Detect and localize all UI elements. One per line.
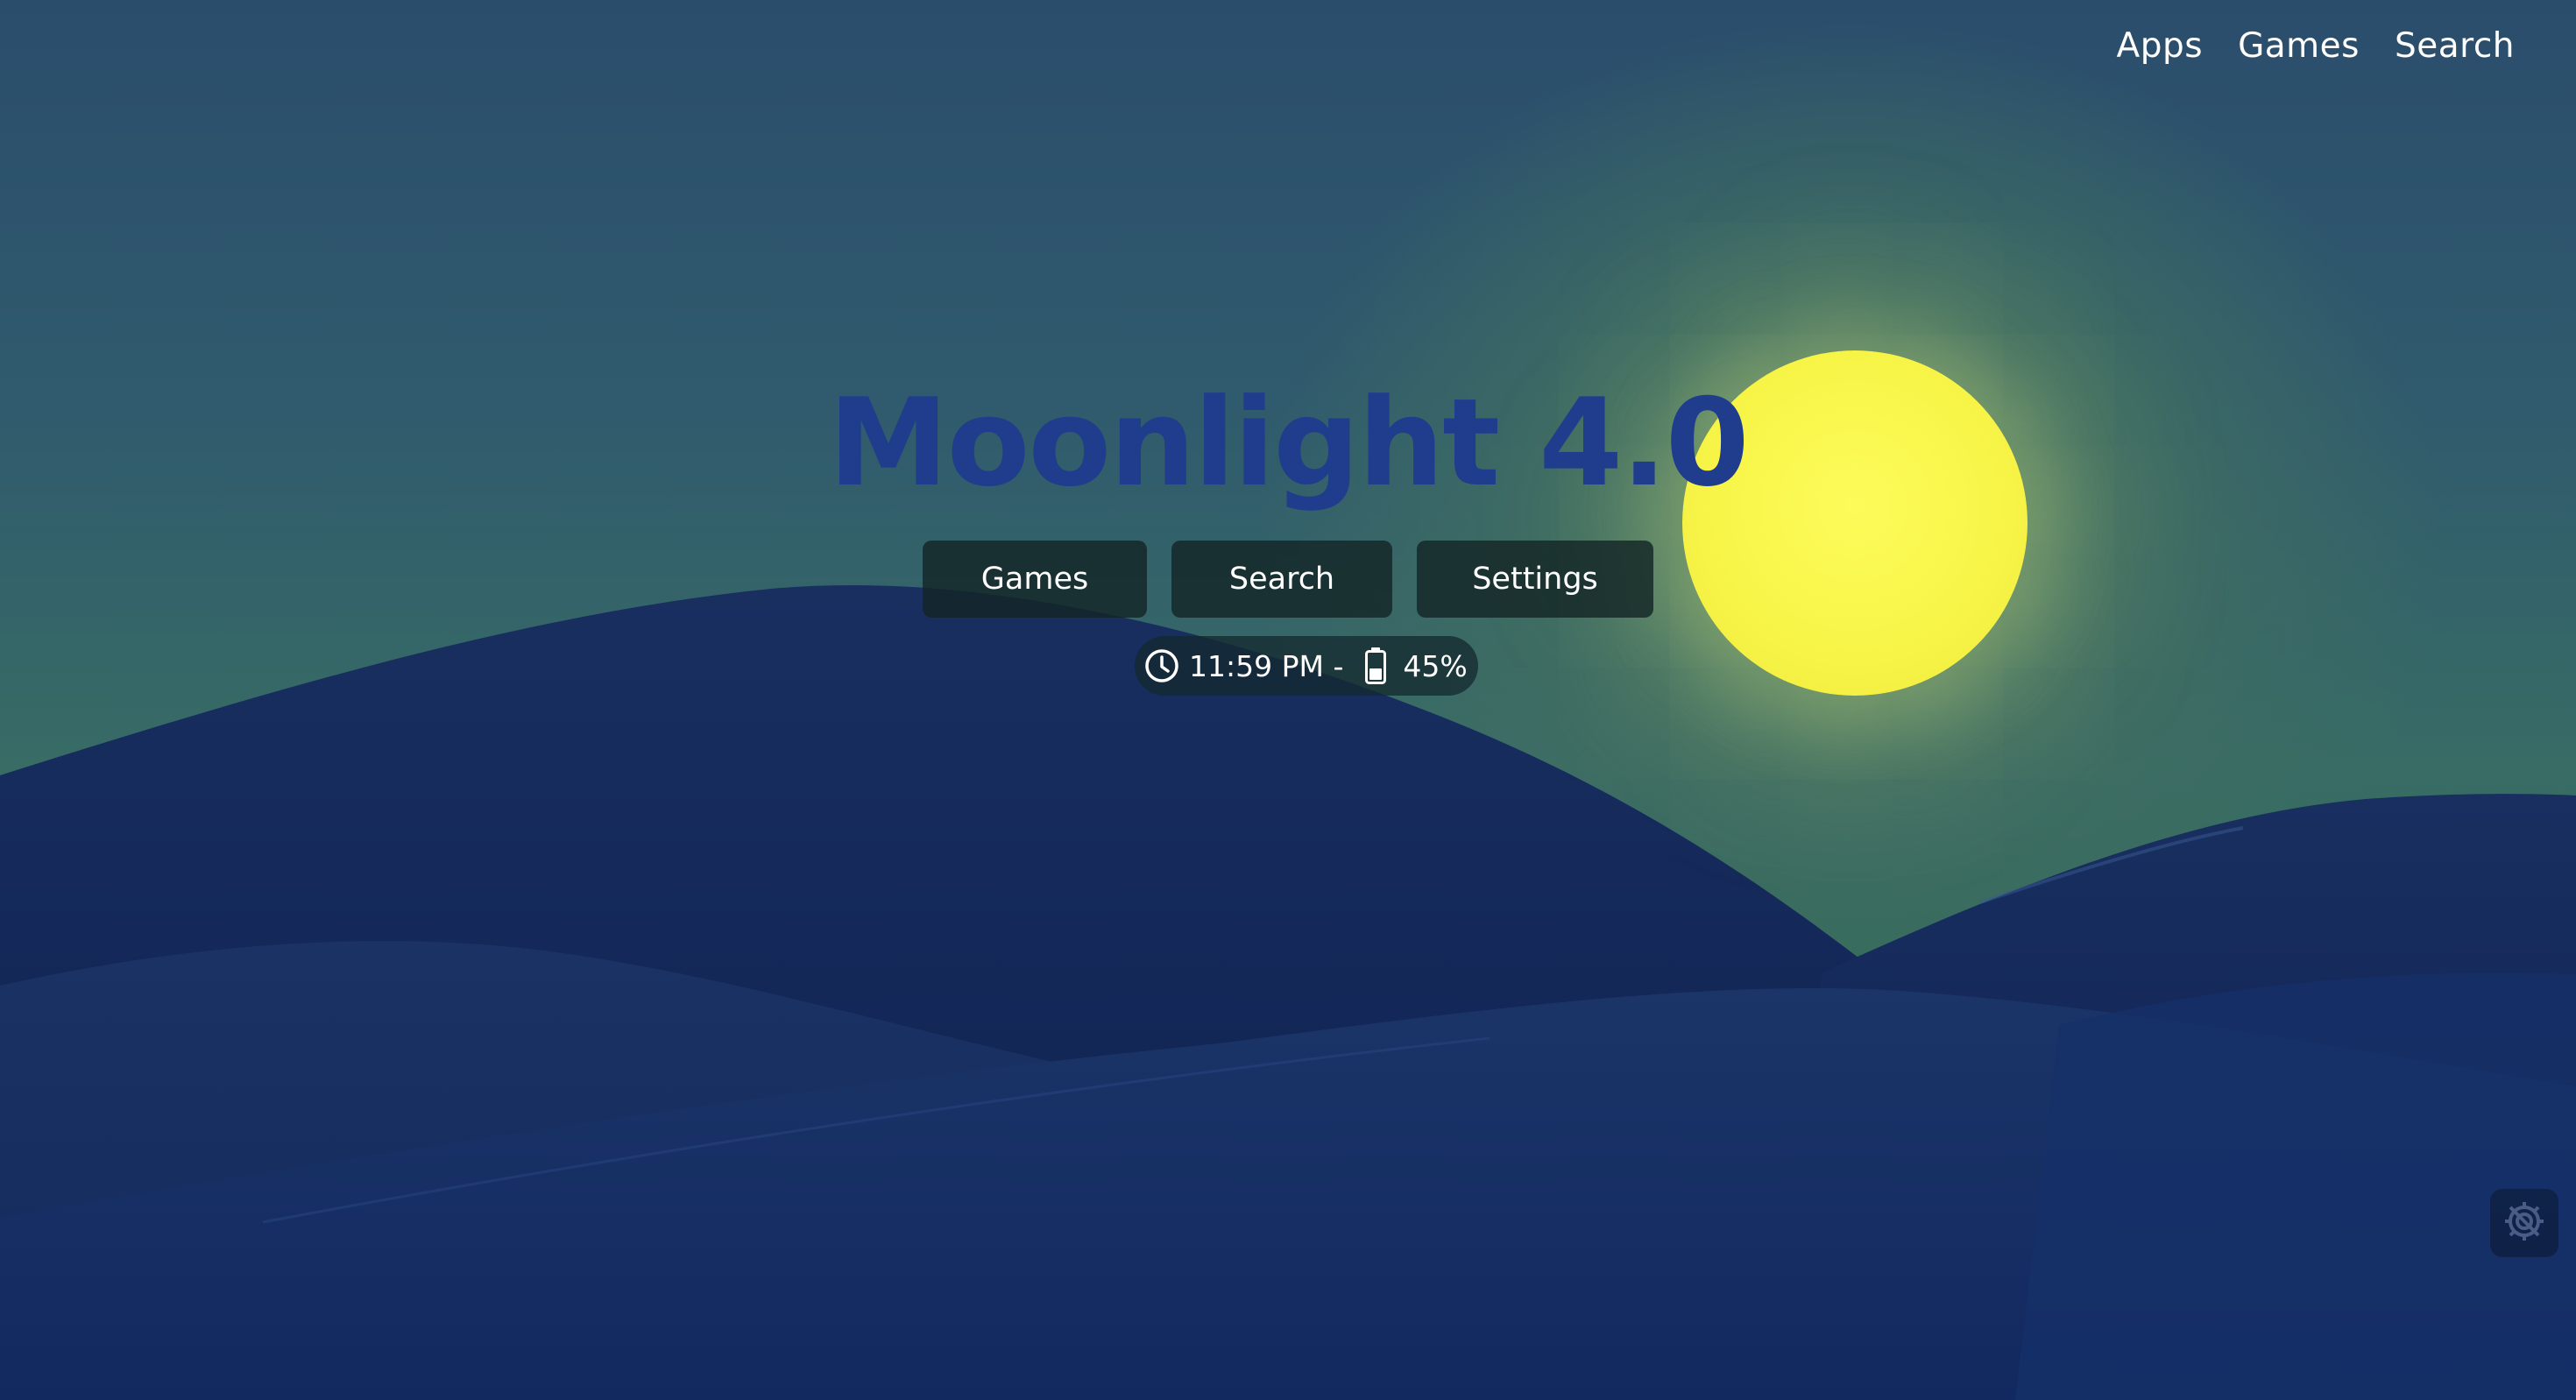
- top-navigation: Apps Games Search: [2117, 26, 2515, 66]
- wallpaper: Apps Games Search Moonlight 4.0 Games Se…: [0, 0, 2576, 1400]
- action-buttons: Games Search Settings: [923, 541, 1653, 618]
- gear-off-icon: [2501, 1198, 2548, 1248]
- page-title: Moonlight 4.0: [828, 372, 1749, 513]
- clock-icon: [1143, 647, 1180, 684]
- nav-games-link[interactable]: Games: [2238, 26, 2360, 66]
- status-bar: 11:59 PM - 45%: [1135, 636, 1478, 696]
- nav-search-link[interactable]: Search: [2395, 26, 2515, 66]
- games-button[interactable]: Games: [923, 541, 1147, 618]
- time-text: 11:59 PM -: [1189, 648, 1344, 683]
- nav-apps-link[interactable]: Apps: [2117, 26, 2204, 66]
- battery-fill: [1369, 668, 1383, 680]
- dunes-landscape: [0, 584, 2576, 1400]
- settings-shortcut[interactable]: [2490, 1189, 2558, 1257]
- battery-icon: [1364, 647, 1387, 685]
- settings-button[interactable]: Settings: [1417, 541, 1653, 618]
- battery-percentage: 45%: [1403, 648, 1468, 683]
- search-button[interactable]: Search: [1171, 541, 1392, 618]
